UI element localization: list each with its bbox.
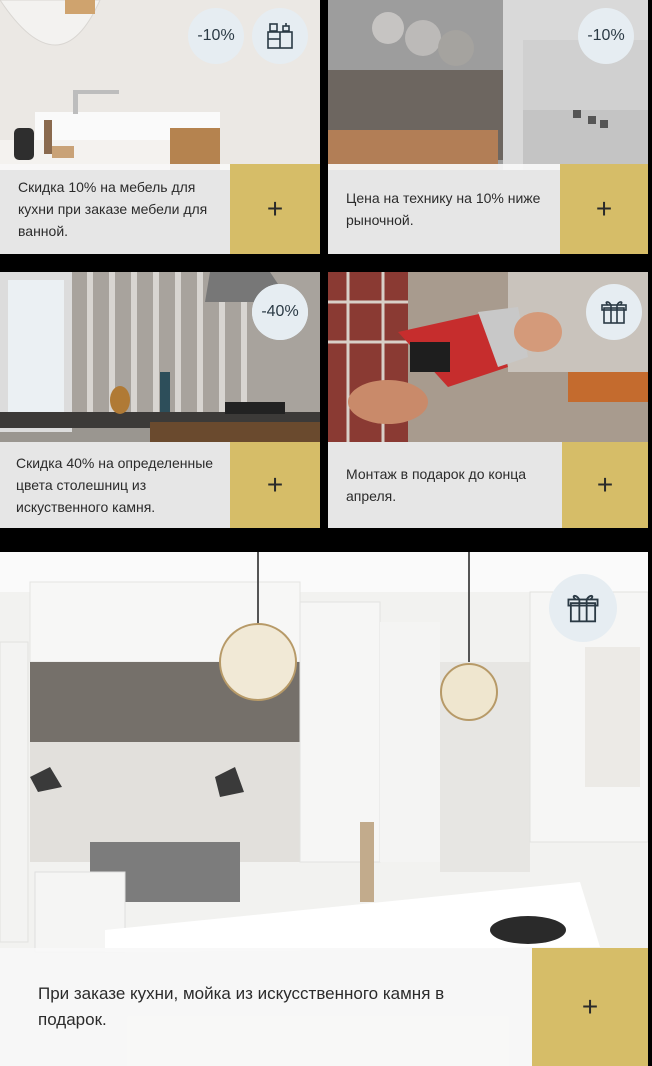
expand-button[interactable]: + <box>230 442 320 528</box>
discount-badge: -10% <box>188 8 244 64</box>
discount-badge-text: -40% <box>261 303 299 320</box>
discount-badge-text: -10% <box>587 27 625 44</box>
expand-button[interactable]: + <box>532 948 648 1066</box>
promo-caption: При заказе кухни, мойка из искусственног… <box>0 948 648 1066</box>
expand-button[interactable]: + <box>562 442 648 528</box>
promo-text: Скидка 40% на определенные цвета столешн… <box>16 455 214 515</box>
promo-card-bathroom[interactable]: -10% Скидка 10% на мебель для кухни при … <box>0 0 320 254</box>
promo-text: Цена на технику на 10% ниже рыночной. <box>346 190 541 228</box>
promo-caption: Скидка 40% на определенные цвета столешн… <box>0 442 320 528</box>
kitchen-cabinet-icon <box>267 23 293 49</box>
promo-card-appliances[interactable]: -10% Цена на технику на 10% ниже рыночно… <box>328 0 648 254</box>
expand-button[interactable]: + <box>230 164 320 254</box>
promo-text: Монтаж в подарок до конца апреля. <box>346 466 527 504</box>
expand-button[interactable]: + <box>560 164 648 254</box>
discount-badge: -40% <box>252 284 308 340</box>
promo-caption: Скидка 10% на мебель для кухни при заказ… <box>0 164 320 254</box>
promo-text: При заказе кухни, мойка из искусственног… <box>38 984 445 1029</box>
promo-card-sink[interactable]: При заказе кухни, мойка из искусственног… <box>0 552 648 1066</box>
promo-card-installation[interactable]: Монтаж в подарок до конца апреля. + <box>328 272 648 528</box>
discount-badge-text: -10% <box>197 27 235 44</box>
promo-caption: Цена на технику на 10% ниже рыночной. + <box>328 164 648 254</box>
gift-icon-badge <box>549 574 617 642</box>
promo-text: Скидка 10% на мебель для кухни при заказ… <box>18 179 208 239</box>
discount-badge: -10% <box>578 8 634 64</box>
gift-icon <box>567 594 599 623</box>
promo-caption: Монтаж в подарок до конца апреля. + <box>328 442 648 528</box>
gift-icon <box>601 301 627 324</box>
gift-icon-badge <box>586 284 642 340</box>
kitchen-cabinet-icon-badge <box>252 8 308 64</box>
